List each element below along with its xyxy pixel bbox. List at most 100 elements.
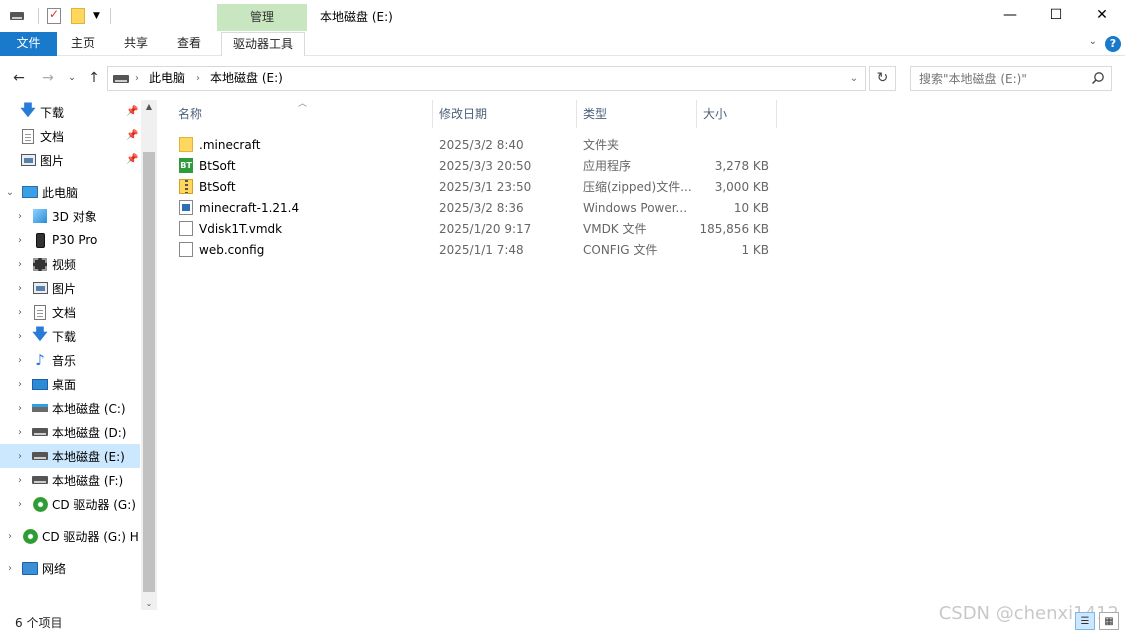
sidebar-item-drive-e[interactable]: › 本地磁盘 (E:) xyxy=(0,444,140,468)
search-icon[interactable] xyxy=(1091,71,1105,85)
sidebar-item-desktop[interactable]: › 桌面 xyxy=(0,372,140,396)
chevron-right-icon[interactable]: › xyxy=(14,259,26,270)
chevron-right-icon[interactable]: › xyxy=(14,427,26,438)
chevron-right-icon[interactable]: › xyxy=(14,235,26,246)
scroll-down-icon[interactable]: ⌄ xyxy=(141,599,157,608)
file-type: 压缩(zipped)文件... xyxy=(583,180,692,194)
sidebar-item-cd-drive-g[interactable]: › CD 驱动器 (G:) xyxy=(0,492,140,516)
column-divider[interactable] xyxy=(776,100,777,128)
column-header-name[interactable]: 名称 xyxy=(178,98,428,130)
up-button[interactable]: ↑ xyxy=(84,68,104,88)
file-row[interactable]: .minecraft 2025/3/2 8:40 文件夹 xyxy=(175,134,785,155)
chevron-right-icon[interactable]: › xyxy=(4,531,16,542)
chevron-right-icon[interactable]: › xyxy=(14,475,26,486)
sidebar-item-documents-quick[interactable]: 文档 xyxy=(0,124,140,148)
tab-view[interactable]: 查看 xyxy=(172,32,206,56)
column-header-size[interactable]: 大小 xyxy=(703,98,773,130)
address-dropdown-icon[interactable]: ⌄ xyxy=(843,67,865,90)
download-icon: 🡇 xyxy=(32,324,48,343)
file-size: 185,856 KB xyxy=(699,221,769,236)
minimize-button[interactable]: — xyxy=(987,0,1033,32)
tab-share[interactable]: 共享 xyxy=(119,32,153,56)
search-box[interactable] xyxy=(910,66,1112,91)
recent-locations-button[interactable]: ⌄ xyxy=(62,68,82,88)
file-row[interactable]: web.config 2025/1/1 7:48 CONFIG 文件 1 KB xyxy=(175,239,785,260)
chevron-right-icon[interactable]: › xyxy=(14,283,26,294)
pin-icon[interactable]: 📌 xyxy=(126,106,138,117)
refresh-button[interactable]: ↻ xyxy=(869,66,896,91)
quick-access-toolbar: ▼ xyxy=(10,6,111,26)
sidebar-scrollbar[interactable]: ▲ ⌄ xyxy=(141,100,157,610)
sidebar-item-p30-pro[interactable]: › P30 Pro xyxy=(0,228,140,252)
file-row[interactable]: minecraft-1.21.4 2025/3/2 8:36 Windows P… xyxy=(175,197,785,218)
sidebar-item-documents[interactable]: › 文档 xyxy=(0,300,140,324)
sidebar-item-pictures[interactable]: › 图片 xyxy=(0,276,140,300)
file-row[interactable]: Vdisk1T.vmdk 2025/1/20 9:17 VMDK 文件 185,… xyxy=(175,218,785,239)
sidebar-item-this-pc[interactable]: ⌄ 此电脑 xyxy=(0,180,140,204)
chevron-right-icon[interactable]: › xyxy=(14,451,26,462)
cd-drive-icon xyxy=(22,528,38,544)
tab-manage[interactable]: 管理 xyxy=(217,4,307,31)
pin-icon[interactable]: 📌 xyxy=(126,154,138,165)
picture-icon xyxy=(32,280,48,296)
tab-file[interactable]: 文件 xyxy=(0,32,57,56)
customize-toolbar-icon[interactable]: ▼ xyxy=(93,11,100,21)
chevron-right-icon[interactable]: › xyxy=(14,499,26,510)
sidebar-item-label: 网络 xyxy=(42,561,67,576)
column-header-type[interactable]: 类型 xyxy=(583,98,693,130)
scrollbar-thumb[interactable] xyxy=(143,152,155,592)
sidebar-item-music[interactable]: › ♪ 音乐 xyxy=(0,348,140,372)
tab-drive-tools[interactable]: 驱动器工具 xyxy=(221,32,305,56)
drive-icon[interactable] xyxy=(10,12,24,20)
pin-icon[interactable]: 📌 xyxy=(126,130,138,141)
sidebar-item-drive-d[interactable]: › 本地磁盘 (D:) xyxy=(0,420,140,444)
file-row[interactable]: BtSoft 2025/3/1 23:50 压缩(zipped)文件... 3,… xyxy=(175,176,785,197)
chevron-right-icon[interactable]: › xyxy=(14,379,26,390)
app-icon: BT xyxy=(179,158,193,173)
sidebar-item-cd-drive-root[interactable]: › CD 驱动器 (G:) H xyxy=(0,524,140,548)
chevron-right-icon[interactable]: › xyxy=(4,563,16,574)
column-divider[interactable] xyxy=(432,100,433,128)
file-row[interactable]: BT BtSoft 2025/3/3 20:50 应用程序 3,278 KB xyxy=(175,155,785,176)
tab-home[interactable]: 主页 xyxy=(66,32,100,56)
column-divider[interactable] xyxy=(576,100,577,128)
drive-icon xyxy=(32,472,48,488)
chevron-right-icon[interactable]: › xyxy=(135,67,139,90)
sidebar-item-downloads[interactable]: › 🡇 下载 xyxy=(0,324,140,348)
search-input[interactable] xyxy=(911,67,1081,90)
breadcrumb-this-pc[interactable]: 此电脑 xyxy=(149,67,185,90)
maximize-button[interactable]: ☐ xyxy=(1033,0,1079,32)
details-view-icon[interactable]: ☰ xyxy=(1075,612,1095,630)
column-divider[interactable] xyxy=(696,100,697,128)
file-date: 2025/3/2 8:36 xyxy=(439,200,524,215)
sidebar-item-pictures-quick[interactable]: 图片 xyxy=(0,148,140,172)
ribbon-tabs: 文件 主页 共享 查看 驱动器工具 ⌄ ? xyxy=(0,32,1125,56)
chevron-right-icon[interactable]: › xyxy=(14,403,26,414)
sidebar-item-videos[interactable]: › 视频 xyxy=(0,252,140,276)
chevron-right-icon[interactable]: › xyxy=(14,331,26,342)
forward-button[interactable]: → xyxy=(38,68,58,88)
properties-icon[interactable] xyxy=(47,7,61,24)
large-icons-view-icon[interactable]: ▦ xyxy=(1099,612,1119,630)
sidebar-item-drive-f[interactable]: › 本地磁盘 (F:) xyxy=(0,468,140,492)
column-header-date[interactable]: 修改日期 xyxy=(439,98,569,130)
sidebar-item-downloads-quick[interactable]: 🡇 下载 xyxy=(0,100,140,124)
file-date: 2025/3/1 23:50 xyxy=(439,179,532,194)
sidebar-item-label: 文档 xyxy=(52,305,77,320)
back-button[interactable]: ← xyxy=(9,68,29,88)
expand-ribbon-icon[interactable]: ⌄ xyxy=(1089,36,1097,47)
help-icon[interactable]: ? xyxy=(1105,36,1121,52)
chevron-right-icon[interactable]: › xyxy=(196,67,200,90)
new-folder-icon[interactable] xyxy=(71,8,85,24)
sidebar-item-network[interactable]: › 网络 xyxy=(0,556,140,580)
address-bar[interactable]: › 此电脑 › 本地磁盘 (E:) ⌄ xyxy=(107,66,866,91)
chevron-down-icon[interactable]: ⌄ xyxy=(4,187,16,198)
sidebar-item-drive-c[interactable]: › 本地磁盘 (C:) xyxy=(0,396,140,420)
scroll-up-icon[interactable]: ▲ xyxy=(141,102,157,111)
sidebar-item-3d-objects[interactable]: › 3D 对象 xyxy=(0,204,140,228)
chevron-right-icon[interactable]: › xyxy=(14,307,26,318)
breadcrumb-drive-e[interactable]: 本地磁盘 (E:) xyxy=(210,67,283,90)
chevron-right-icon[interactable]: › xyxy=(14,211,26,222)
chevron-right-icon[interactable]: › xyxy=(14,355,26,366)
close-button[interactable]: ✕ xyxy=(1079,0,1125,32)
